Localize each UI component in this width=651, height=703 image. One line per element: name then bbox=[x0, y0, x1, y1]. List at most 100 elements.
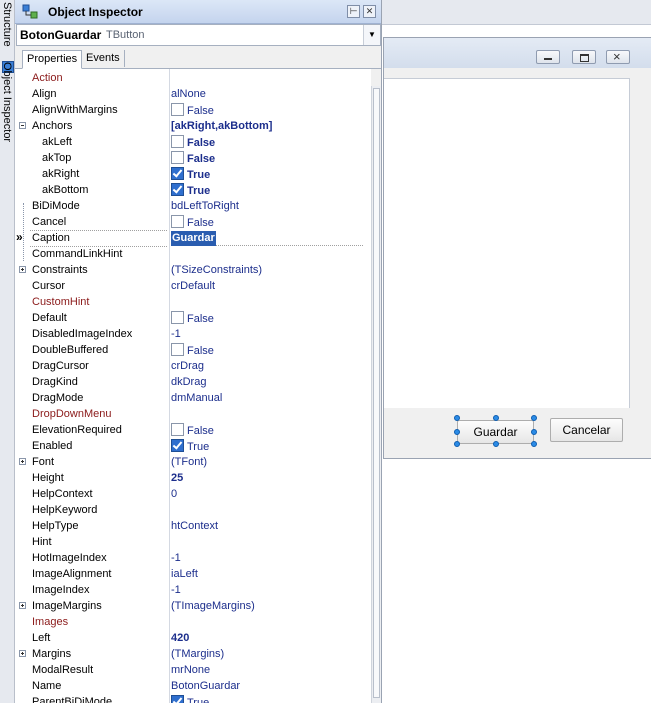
tab-properties[interactable]: Properties bbox=[22, 50, 83, 69]
property-value[interactable]: False bbox=[171, 311, 214, 326]
property-value[interactable]: False bbox=[171, 135, 215, 150]
property-value[interactable]: True bbox=[171, 695, 209, 703]
collapse-icon[interactable] bbox=[19, 122, 26, 129]
checkbox-checked[interactable] bbox=[171, 167, 184, 180]
property-value[interactable]: alNone bbox=[171, 87, 206, 102]
property-row-customhint[interactable]: CustomHint bbox=[15, 294, 371, 310]
cancelar-button[interactable]: Cancelar bbox=[550, 418, 623, 442]
property-row-aktop[interactable]: akTop False bbox=[15, 150, 371, 166]
checkbox-checked[interactable] bbox=[171, 183, 184, 196]
property-value[interactable]: iaLeft bbox=[171, 567, 198, 582]
property-value[interactable]: -1 bbox=[171, 551, 181, 566]
property-row-cancel[interactable]: Cancel False bbox=[15, 214, 371, 230]
property-row-hint[interactable]: Hint bbox=[15, 534, 371, 550]
property-row-left[interactable]: Left 420 bbox=[15, 630, 371, 646]
expand-icon[interactable] bbox=[19, 458, 26, 465]
property-value[interactable]: False bbox=[171, 151, 215, 166]
resize-handle[interactable] bbox=[454, 441, 460, 447]
property-row-action[interactable]: Action bbox=[15, 70, 371, 86]
property-row-caption[interactable]: » Caption Guardar bbox=[15, 230, 371, 247]
property-row-akright[interactable]: akRight True bbox=[15, 166, 371, 182]
property-value[interactable]: bdLeftToRight bbox=[171, 199, 239, 214]
property-row-height[interactable]: Height 25 bbox=[15, 470, 371, 486]
property-value[interactable]: False bbox=[171, 423, 214, 438]
property-value[interactable]: (TImageMargins) bbox=[171, 599, 255, 614]
property-value[interactable]: True bbox=[171, 183, 210, 198]
property-value[interactable]: False bbox=[171, 103, 214, 118]
checkbox-unchecked[interactable] bbox=[171, 423, 184, 436]
property-row-helpcontext[interactable]: HelpContext 0 bbox=[15, 486, 371, 502]
property-value[interactable]: (TSizeConstraints) bbox=[171, 263, 262, 278]
property-row-enabled[interactable]: Enabled True bbox=[15, 438, 371, 454]
property-row-align[interactable]: Align alNone bbox=[15, 86, 371, 102]
checkbox-unchecked[interactable] bbox=[171, 215, 184, 228]
designed-form[interactable]: Guardar Cancelar bbox=[383, 37, 651, 459]
property-value[interactable]: BotonGuardar bbox=[171, 679, 240, 694]
chevron-down-icon[interactable]: ▼ bbox=[363, 25, 380, 45]
property-row-font[interactable]: Font (TFont) bbox=[15, 454, 371, 470]
property-row-imageindex[interactable]: ImageIndex -1 bbox=[15, 582, 371, 598]
property-value[interactable]: [akRight,akBottom] bbox=[171, 119, 272, 134]
checkbox-unchecked[interactable] bbox=[171, 103, 184, 116]
property-value[interactable]: -1 bbox=[171, 327, 181, 342]
property-row-imagealignment[interactable]: ImageAlignment iaLeft bbox=[15, 566, 371, 582]
property-value[interactable]: htContext bbox=[171, 519, 218, 534]
property-value[interactable]: (TFont) bbox=[171, 455, 207, 470]
property-row-imagemargins[interactable]: ImageMargins (TImageMargins) bbox=[15, 598, 371, 614]
property-row-default[interactable]: Default False bbox=[15, 310, 371, 326]
checkbox-unchecked[interactable] bbox=[171, 343, 184, 356]
resize-handle[interactable] bbox=[454, 429, 460, 435]
property-value[interactable]: dmManual bbox=[171, 391, 222, 406]
tab-events[interactable]: Events bbox=[82, 50, 125, 67]
form-client-area[interactable] bbox=[384, 78, 630, 438]
property-value[interactable]: 25 bbox=[171, 471, 183, 486]
maximize-icon[interactable] bbox=[572, 50, 596, 64]
scrollbar-thumb[interactable] bbox=[373, 88, 380, 698]
property-value[interactable]: (TMargins) bbox=[171, 647, 224, 662]
property-scrollbar[interactable] bbox=[371, 86, 381, 703]
checkbox-checked[interactable] bbox=[171, 695, 184, 703]
property-value[interactable]: crDefault bbox=[171, 279, 215, 294]
resize-handle[interactable] bbox=[454, 415, 460, 421]
property-value[interactable]: -1 bbox=[171, 583, 181, 598]
minimize-icon[interactable] bbox=[536, 50, 560, 64]
resize-handle[interactable] bbox=[531, 415, 537, 421]
property-value[interactable]: 420 bbox=[171, 631, 189, 646]
resize-handle[interactable] bbox=[493, 441, 499, 447]
property-row-hotimageindex[interactable]: HotImageIndex -1 bbox=[15, 550, 371, 566]
expand-icon[interactable] bbox=[19, 266, 26, 273]
property-value[interactable]: False bbox=[171, 215, 214, 230]
property-value[interactable]: True bbox=[171, 167, 210, 182]
property-row-disabledimageindex[interactable]: DisabledImageIndex -1 bbox=[15, 326, 371, 342]
property-value[interactable]: mrNone bbox=[171, 663, 210, 678]
component-selector[interactable]: BotonGuardar TButton ▼ bbox=[16, 24, 381, 46]
property-row-dragmode[interactable]: DragMode dmManual bbox=[15, 390, 371, 406]
property-row-akbottom[interactable]: akBottom True bbox=[15, 182, 371, 198]
expand-icon[interactable] bbox=[19, 602, 26, 609]
property-value[interactable]: dkDrag bbox=[171, 375, 206, 390]
checkbox-unchecked[interactable] bbox=[171, 135, 184, 148]
property-row-helptype[interactable]: HelpType htContext bbox=[15, 518, 371, 534]
property-row-parentbidimode[interactable]: ParentBiDiMode True bbox=[15, 694, 371, 703]
checkbox-unchecked[interactable] bbox=[171, 311, 184, 324]
property-row-helpkeyword[interactable]: HelpKeyword bbox=[15, 502, 371, 518]
property-row-dragcursor[interactable]: DragCursor crDrag bbox=[15, 358, 371, 374]
resize-handle[interactable] bbox=[531, 429, 537, 435]
property-row-doublebuffered[interactable]: DoubleBuffered False bbox=[15, 342, 371, 358]
property-row-elevationrequired[interactable]: ElevationRequired False bbox=[15, 422, 371, 438]
resize-handle[interactable] bbox=[531, 441, 537, 447]
close-icon[interactable] bbox=[606, 49, 630, 64]
checkbox-checked[interactable] bbox=[171, 439, 184, 452]
property-row-images[interactable]: Images bbox=[15, 614, 371, 630]
close-icon[interactable]: ✕ bbox=[363, 5, 376, 18]
property-row-cursor[interactable]: Cursor crDefault bbox=[15, 278, 371, 294]
property-row-commandlinkhint[interactable]: CommandLinkHint bbox=[15, 246, 371, 262]
property-row-constraints[interactable]: Constraints (TSizeConstraints) bbox=[15, 262, 371, 278]
property-row-dragkind[interactable]: DragKind dkDrag bbox=[15, 374, 371, 390]
checkbox-unchecked[interactable] bbox=[171, 151, 184, 164]
tab-structure[interactable]: Structure bbox=[0, 2, 13, 54]
property-row-anchors[interactable]: Anchors [akRight,akBottom] bbox=[15, 118, 371, 134]
property-row-dropdownmenu[interactable]: DropDownMenu bbox=[15, 406, 371, 422]
tab-object-inspector[interactable]: Object Inspector bbox=[0, 62, 13, 142]
property-row-modalresult[interactable]: ModalResult mrNone bbox=[15, 662, 371, 678]
